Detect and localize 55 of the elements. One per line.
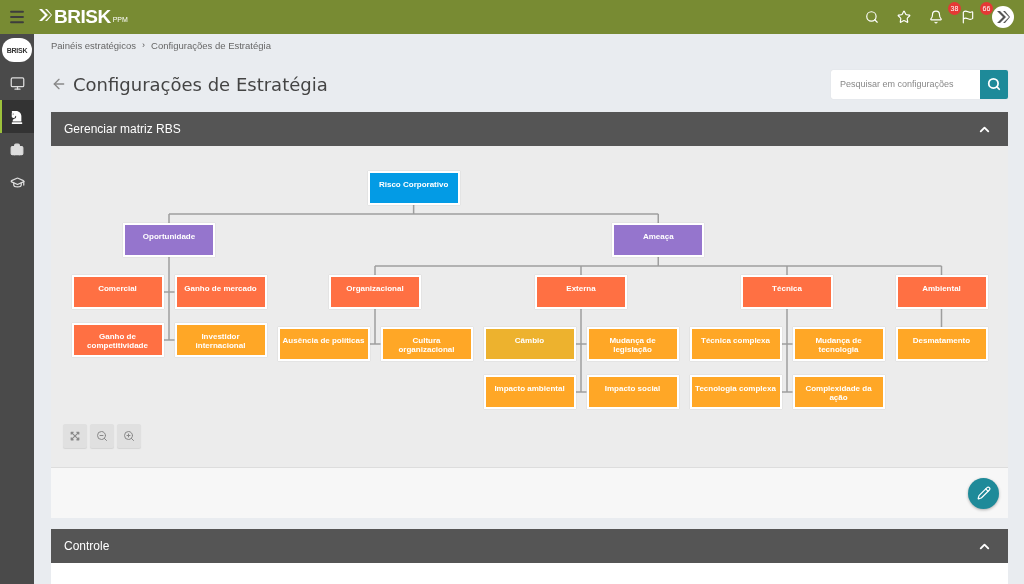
edit-button[interactable] [968,477,999,509]
search-button[interactable] [865,10,879,24]
page-title: Configurações de Estratégia [73,73,328,95]
diagram-node: Risco Corporativo [367,171,460,205]
zoom-in-icon [123,430,135,442]
diagram-node: Tecnologia complexa [689,375,782,409]
diagram-node: Desmatamento [895,327,988,361]
diagram-node: Organizacional [329,275,421,309]
diagram-node: Ambiental [895,275,988,309]
breadcrumb-link[interactable]: Painéis estratégicos [51,39,137,51]
logo-icon [38,7,52,23]
pencil-icon [976,486,991,500]
diagram-node: Impacto ambiental [483,375,576,409]
diagram-node: Mudança de tecnologia [792,327,885,361]
search-input[interactable]: Pesquisar em configurações [831,69,980,99]
zoom-out-button[interactable] [90,424,114,448]
panel-header[interactable]: Controle [51,529,1008,563]
expand-icon [70,431,80,441]
diagram-node: Investidor internacional [174,323,267,357]
diagram-node: Câmbio [483,327,576,361]
diagram-node: Ameaça [612,223,705,257]
diagram-node: Complexidade da ação [792,375,885,409]
favorites-button[interactable] [897,10,911,24]
diagram-node: Ausência de políticas [277,327,370,361]
breadcrumb-link[interactable]: Configurações de Estratégia [151,39,271,51]
zoom-in-button[interactable] [117,424,141,448]
menu-button[interactable] [8,8,26,26]
diagram-node: Ganho de competitividade [71,323,164,357]
diagram-node: Oportunidade [123,223,215,257]
chess-knight-nav-item[interactable] [0,100,34,133]
graduation-cap-icon [9,175,25,190]
diagram-node: Impacto social [586,375,679,409]
panel-header[interactable]: Gerenciar matriz RBS [51,112,1008,146]
diagram-node: Comercial [71,275,164,309]
back-button[interactable] [51,76,67,92]
search-field[interactable]: Pesquisar em configurações [831,69,1008,99]
chess-knight-icon [10,109,24,124]
briefcase-icon [10,142,24,157]
notifications-button[interactable] [929,10,943,24]
diagram-node: Externa [535,275,627,309]
zoom-out-icon [96,430,108,442]
diagram-node: Técnica complexa [689,327,782,361]
fit-view-button[interactable] [63,424,87,448]
flags-button[interactable] [961,10,975,24]
monitor-icon [9,76,25,91]
diagram-node: Mudança de legislação [586,327,679,361]
diagram-node: Ganho de mercado [174,275,267,309]
diagram-node: Técnica [741,275,833,309]
breadcrumb-separator: › [142,40,146,50]
search-button[interactable] [980,69,1008,99]
connector-line [368,308,382,345]
search-icon [987,77,1001,91]
user-avatar[interactable] [992,6,1014,28]
diagram-node: Cultura organizacional [380,327,473,361]
logo-text: BRISK [54,7,111,27]
